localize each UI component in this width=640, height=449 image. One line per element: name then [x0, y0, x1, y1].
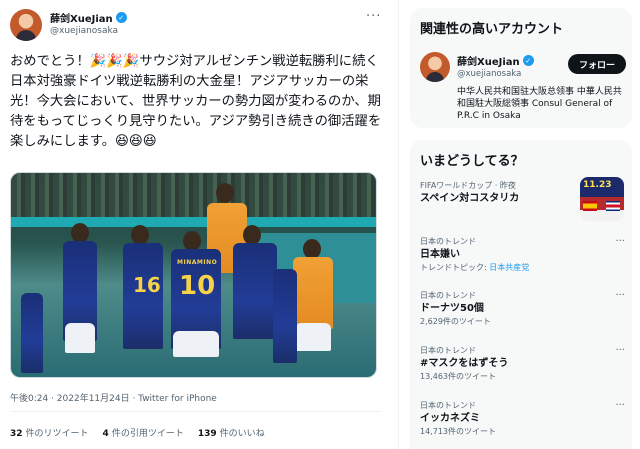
account-name[interactable]: 薛剑XueJian [457, 53, 520, 68]
player-head [131, 225, 149, 245]
follow-button[interactable]: フォロー [568, 54, 626, 74]
jersey-number: 16 [133, 273, 161, 297]
trend-item[interactable]: ··· 日本のトレンド 日本嫌い トレンドトピック: 日本共産党 [420, 236, 625, 273]
account-avatar[interactable] [420, 52, 450, 82]
player-head [183, 231, 201, 251]
quotes-label: 件の引用ツイート [111, 429, 184, 439]
trend-tweet-count: 14,713件のツイート [420, 427, 496, 436]
trend-name: #マスクをはずそう [420, 358, 509, 369]
account-bio: 中华人民共和国驻大阪总领事 中華人民共和国駐大阪総領事 Consul Gener… [457, 87, 622, 121]
likes-label: 件のいいね [219, 429, 265, 439]
jersey-name: MINAMINO [177, 259, 218, 266]
trend-category: 日本のトレンド [420, 346, 476, 355]
likes-count: 139 [197, 429, 217, 439]
relevant-accounts-title: 関連性の高いアカウント [420, 22, 564, 37]
tweet-timestamp[interactable]: 午後0:24 · 2022年11月24日 · Twitter for iPhon… [10, 391, 217, 404]
player-head [216, 183, 234, 203]
account-handle[interactable]: @xuejianosaka [457, 69, 521, 79]
player-head [303, 239, 321, 259]
bench-figure [21, 293, 43, 373]
player-head [243, 225, 261, 245]
author-name[interactable]: 薛剑XueJian [50, 10, 113, 25]
trend-topic-link[interactable]: 日本共産党 [489, 263, 529, 272]
player-shorts [65, 323, 95, 353]
trend-tweet-count: 2,629件のツイート [420, 317, 491, 326]
retweets-count: 32 [10, 429, 23, 439]
verified-badge-icon: ✓ [522, 55, 534, 66]
costa-rica-flag-icon [606, 201, 620, 211]
author-avatar[interactable] [10, 9, 42, 41]
trend-item[interactable]: ··· 日本のトレンド ドーナツ50個 2,629件のツイート [420, 290, 625, 327]
relevant-accounts-card: 関連性の高いアカウント 薛剑XueJian ✓ @xuejianosaka フォ… [410, 8, 632, 128]
photo-stands [11, 173, 376, 221]
tweet-photo[interactable]: 16 MINAMINO 10 [10, 172, 377, 378]
author-handle[interactable]: @xuejianosaka [50, 26, 118, 36]
likes-stat[interactable]: 139 件のいいね [198, 426, 265, 439]
divider [10, 411, 382, 412]
retweets-label: 件のリツイート [25, 429, 89, 439]
column-divider [398, 0, 399, 449]
quotes-stat[interactable]: 4 件の引用ツイート [103, 426, 184, 439]
trend-sub-prefix: トレンドトピック: [420, 263, 490, 272]
player-head [71, 223, 89, 243]
player-figure [233, 243, 277, 339]
more-horizontal-icon[interactable]: ··· [615, 236, 625, 247]
player-shorts [295, 323, 331, 351]
trend-thumbnail[interactable]: 11.23 [580, 177, 624, 221]
trends-card: いまどうしてる？ FIFAワールドカップ · 昨夜 スペイン対コスタリカ 11.… [410, 140, 632, 449]
more-horizontal-icon[interactable]: ··· [366, 9, 381, 24]
trends-title: いまどうしてる？ [420, 154, 524, 169]
jersey-number: 10 [179, 271, 216, 301]
tweet-detail: 薛剑XueJian ✓ @xuejianosaka ··· おめでとう！🎉🎉🎉サ… [0, 0, 392, 449]
trend-category: 日本のトレンド [420, 401, 476, 410]
verified-badge-icon: ✓ [115, 12, 127, 23]
trend-subtext: トレンドトピック: 日本共産党 [420, 262, 625, 273]
author-name-row[interactable]: 薛剑XueJian ✓ [50, 10, 127, 25]
trend-name: イッカネズミ [420, 413, 480, 424]
trend-category: 日本のトレンド [420, 291, 476, 300]
trend-tweet-count: 13,463件のツイート [420, 372, 496, 381]
more-horizontal-icon[interactable]: ··· [615, 290, 625, 301]
thumbnail-score: 11.23 [583, 180, 612, 190]
trend-category: 日本のトレンド [420, 237, 476, 246]
trend-name: ドーナツ50個 [420, 303, 484, 314]
tweet-text: おめでとう！🎉🎉🎉サウジ対アルゼンチン戦逆転勝利に続く日本対強豪ドイツ戦逆転勝利… [10, 54, 382, 149]
player-figure [273, 269, 297, 363]
player-shorts [173, 331, 219, 357]
more-horizontal-icon[interactable]: ··· [615, 345, 625, 356]
photo-ad-board [11, 217, 376, 227]
staff-figure [293, 257, 333, 329]
retweets-stat[interactable]: 32 件のリツイート [10, 426, 89, 439]
trend-item[interactable]: ··· 日本のトレンド #マスクをはずそう 13,463件のツイート [420, 345, 625, 382]
more-horizontal-icon[interactable]: ··· [615, 400, 625, 411]
quotes-count: 4 [102, 429, 109, 439]
tweet-stats: 32 件のリツイート 4 件の引用ツイート 139 件のいいね [10, 426, 265, 439]
trend-name: 日本嫌い [420, 249, 460, 260]
spain-flag-icon [583, 201, 597, 211]
trend-item[interactable]: ··· 日本のトレンド イッカネズミ 14,713件のツイート [420, 400, 625, 437]
account-name-row[interactable]: 薛剑XueJian ✓ [457, 53, 534, 68]
